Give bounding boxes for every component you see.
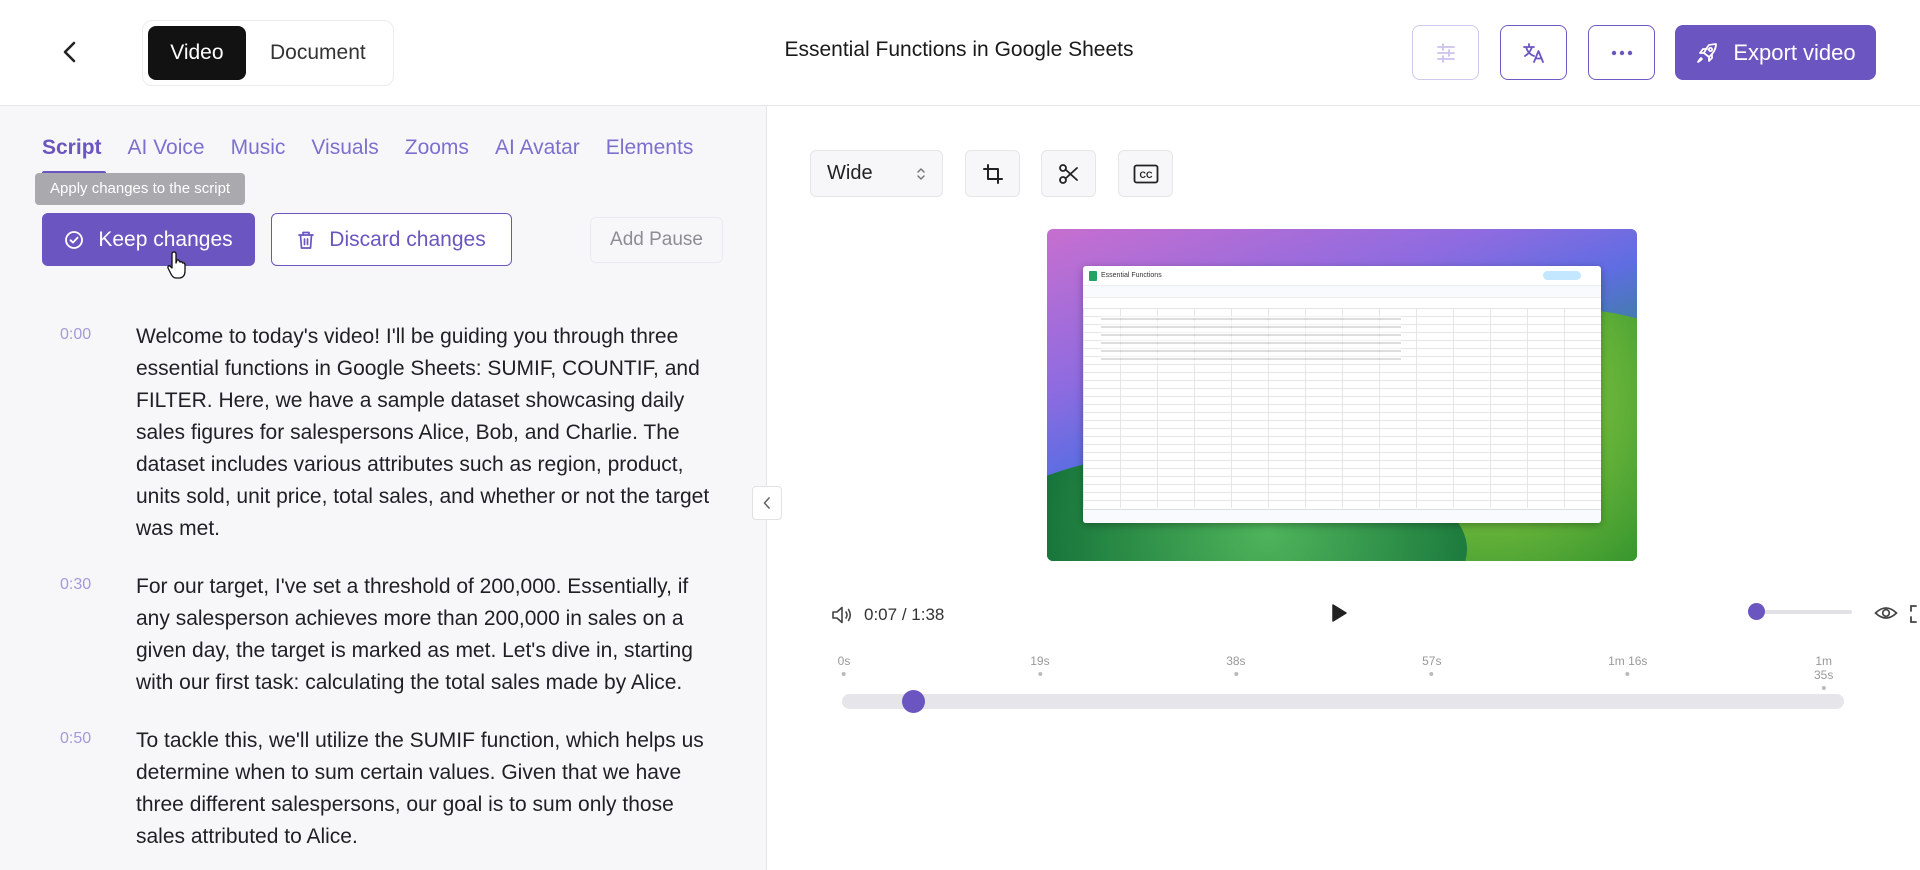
script-content: 0:00 Welcome to today's video! I'll be g… — [60, 321, 730, 870]
volume-slider[interactable] — [1748, 603, 1852, 620]
timeline-scrubber[interactable] — [842, 690, 1844, 713]
rocket-icon — [1697, 42, 1718, 63]
volume-muted-icon[interactable] — [830, 604, 854, 626]
discard-changes-label: Discard changes — [329, 227, 486, 251]
preview-panel: Wide CC Essential Functions 0:07 / 1:38 … — [768, 106, 1920, 870]
sort-arrows-icon — [917, 167, 925, 180]
back-button[interactable] — [50, 32, 90, 72]
tab-ai-avatar[interactable]: AI Avatar — [495, 136, 580, 160]
tab-elements[interactable]: Elements — [606, 136, 694, 160]
playback-time: 0:07 / 1:38 — [864, 605, 944, 625]
more-options-button[interactable] — [1588, 25, 1655, 80]
player-controls: 0:07 / 1:38 — [830, 603, 1917, 629]
page-title: Essential Functions in Google Sheets — [784, 38, 1134, 61]
volume-slider-knob[interactable] — [1748, 603, 1765, 620]
timeline-tick: 19s — [1030, 654, 1050, 676]
script-paragraph[interactable]: 0:50 To tackle this, we'll utilize the S… — [60, 725, 730, 853]
current-time: 0:07 — [864, 605, 898, 624]
back-chevron-icon — [63, 41, 76, 63]
tab-zooms[interactable]: Zooms — [405, 136, 469, 160]
timeline-tick: 57s — [1422, 654, 1441, 676]
scissors-icon — [1058, 163, 1078, 184]
editor-tabs: Script AI Voice Music Visuals Zooms AI A… — [42, 136, 694, 175]
script-paragraph[interactable]: 0:00 Welcome to today's video! I'll be g… — [60, 321, 730, 545]
timeline-tick: 38s — [1226, 654, 1246, 676]
sheet-tabs-bar — [1083, 509, 1601, 523]
timeline-tick: 1m 16s — [1608, 654, 1647, 676]
cut-button[interactable] — [1041, 150, 1096, 197]
export-video-button[interactable]: Export video — [1675, 25, 1876, 80]
sheet-header: Essential Functions — [1083, 266, 1601, 286]
top-bar: Video Document Essential Functions in Go… — [0, 0, 1920, 106]
script-paragraph[interactable]: 0:30 For our target, I've set a threshol… — [60, 571, 730, 699]
fullscreen-icon[interactable] — [1909, 604, 1920, 624]
translate-button[interactable] — [1500, 25, 1567, 80]
timeline-tick: 1m 35s — [1809, 654, 1839, 690]
script-timestamp: 0:30 — [60, 576, 92, 593]
video-preview[interactable]: Essential Functions — [1047, 229, 1637, 561]
script-text[interactable]: To tackle this, we'll utilize the SUMIF … — [136, 725, 716, 853]
playhead-knob[interactable] — [902, 690, 926, 713]
add-pause-button[interactable]: Add Pause — [590, 217, 723, 263]
eye-icon[interactable] — [1874, 604, 1898, 622]
collapse-panel-button[interactable] — [752, 486, 782, 520]
duration: 1:38 — [911, 605, 945, 624]
script-timestamp: 0:00 — [60, 326, 92, 343]
script-text[interactable]: Welcome to today's video! I'll be guidin… — [136, 321, 716, 545]
mode-toggle: Video Document — [142, 20, 394, 86]
captions-button[interactable]: CC — [1118, 150, 1173, 197]
keep-changes-tooltip: Apply changes to the script — [35, 173, 246, 205]
tab-visuals[interactable]: Visuals — [311, 136, 378, 160]
sheet-title: Essential Functions — [1101, 272, 1162, 279]
spreadsheet-screenshot: Essential Functions — [1083, 266, 1601, 523]
adjustments-button[interactable] — [1412, 25, 1479, 80]
crop-icon — [982, 163, 1003, 184]
timeline-ruler: 0s 19s 38s 57s 1m 16s 1m 35s — [838, 654, 1854, 690]
tab-music[interactable]: Music — [231, 136, 286, 160]
tab-script[interactable]: Script — [42, 136, 106, 175]
script-panel: Script AI Voice Music Visuals Zooms AI A… — [0, 106, 767, 870]
more-icon — [1611, 50, 1632, 55]
chevron-left-icon — [763, 497, 770, 509]
play-button[interactable] — [1330, 603, 1348, 628]
trash-icon — [298, 231, 315, 249]
timeline-tick: 0s — [838, 654, 850, 676]
aspect-ratio-value: Wide — [827, 162, 873, 184]
translate-icon — [1522, 42, 1544, 63]
play-icon — [1332, 604, 1347, 622]
script-text[interactable]: For our target, I've set a threshold of … — [136, 571, 716, 699]
script-timestamp: 0:50 — [60, 730, 92, 747]
closed-captions-icon: CC — [1133, 164, 1158, 183]
sheet-share-button — [1543, 271, 1581, 280]
hand-cursor-icon — [167, 251, 186, 279]
sliders-icon — [1436, 42, 1455, 63]
mode-document-tab[interactable]: Document — [248, 26, 388, 80]
keep-changes-button[interactable]: Keep changes — [42, 213, 255, 266]
time-separator: / — [901, 605, 907, 624]
sheet-toolbar — [1083, 286, 1601, 298]
tab-ai-voice[interactable]: AI Voice — [128, 136, 205, 160]
export-video-label: Export video — [1733, 39, 1856, 65]
mode-video-tab[interactable]: Video — [148, 26, 246, 80]
svg-text:CC: CC — [1139, 170, 1152, 180]
check-circle-icon — [65, 230, 84, 249]
discard-changes-button[interactable]: Discard changes — [271, 213, 512, 266]
keep-changes-label: Keep changes — [98, 227, 233, 251]
sheets-logo-icon — [1089, 270, 1097, 281]
aspect-ratio-select[interactable]: Wide — [810, 150, 943, 197]
crop-button[interactable] — [965, 150, 1020, 197]
sheet-data-rows — [1101, 316, 1401, 364]
